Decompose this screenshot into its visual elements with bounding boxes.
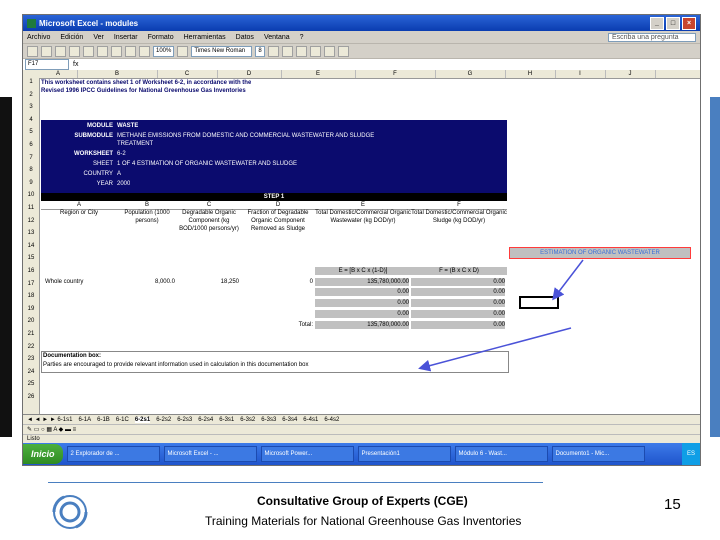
sheet-tab[interactable]: 6-3s3 bbox=[261, 417, 276, 423]
align-center-icon[interactable] bbox=[323, 45, 335, 57]
taskbar-item[interactable]: Presentación1 bbox=[357, 446, 451, 462]
sheet-tab[interactable]: 6-1A bbox=[78, 417, 91, 423]
zoom-select[interactable]: 100% bbox=[153, 45, 175, 57]
sheet-tab[interactable]: 6-3s4 bbox=[282, 417, 297, 423]
taskbar-item[interactable]: Microsoft Power... bbox=[260, 446, 354, 462]
menu-bar: Archivo Edición Ver Insertar Formato Her… bbox=[23, 31, 700, 44]
unfccc-logo-icon bbox=[52, 495, 88, 529]
footer-subtitle: Training Materials for National Greenhou… bbox=[205, 514, 522, 528]
paste-icon[interactable] bbox=[111, 45, 122, 57]
footer-divider bbox=[48, 482, 543, 483]
annotation-arrows bbox=[418, 259, 584, 372]
help-icon[interactable] bbox=[177, 45, 189, 57]
arrow-to-cell bbox=[552, 259, 584, 301]
open-icon[interactable] bbox=[41, 45, 52, 57]
left-accent-bar bbox=[0, 97, 12, 437]
sheet-tab[interactable]: 6-3s2 bbox=[240, 417, 255, 423]
sheet-tab[interactable]: 6-4s2 bbox=[324, 417, 339, 423]
sheet-tab[interactable]: 6-1s1 bbox=[57, 417, 72, 423]
new-icon[interactable] bbox=[27, 45, 38, 57]
footer-org: Consultative Group of Experts (CGE) bbox=[257, 494, 468, 508]
minimize-button[interactable]: _ bbox=[650, 16, 664, 30]
print-icon[interactable] bbox=[69, 45, 80, 57]
align-left-icon[interactable] bbox=[309, 45, 321, 57]
page-number: 15 bbox=[664, 496, 681, 513]
font-size-select[interactable]: 8 bbox=[255, 45, 265, 57]
menu-formato[interactable]: Formato bbox=[148, 34, 174, 41]
taskbar-item[interactable]: Microsoft Excel - ... bbox=[163, 446, 257, 462]
maximize-button[interactable]: □ bbox=[666, 16, 680, 30]
excel-window: Microsoft Excel - modules _ □ × Archivo … bbox=[22, 14, 701, 466]
function-icon[interactable]: fx bbox=[73, 61, 78, 68]
undo-icon[interactable] bbox=[125, 45, 136, 57]
sheet-tab[interactable]: 6-2s2 bbox=[156, 417, 171, 423]
spreadsheet-grid[interactable]: A B C D E F G H I J 1 2 3 4 5 6 7 8 9 10 11 12 13 14 1… bbox=[23, 70, 700, 414]
excel-icon bbox=[27, 18, 36, 28]
arrow-to-doc-box bbox=[418, 327, 572, 372]
bold-icon[interactable] bbox=[267, 45, 279, 57]
tab-nav-icon[interactable]: ◄ ◄ ► ► bbox=[27, 417, 57, 423]
system-tray: ES bbox=[681, 443, 700, 465]
redo-icon[interactable] bbox=[139, 45, 150, 57]
window-titlebar: Microsoft Excel - modules _ □ × bbox=[23, 15, 700, 31]
windows-taskbar: Inicio 2 Explorador de ... Microsoft Exc… bbox=[23, 443, 700, 465]
slide: Microsoft Excel - modules _ □ × Archivo … bbox=[0, 0, 720, 540]
menu-help[interactable]: ? bbox=[300, 34, 304, 41]
close-button[interactable]: × bbox=[682, 16, 696, 30]
sheet-tab[interactable]: 6-2s3 bbox=[177, 417, 192, 423]
taskbar-item[interactable]: 2 Explorador de ... bbox=[66, 446, 160, 462]
sheet-tab[interactable]: 6-2s1 bbox=[134, 417, 151, 423]
sheet-tab[interactable]: 6-2s4 bbox=[198, 417, 213, 423]
taskbar-item[interactable]: Módulo 6 - Wast... bbox=[454, 446, 548, 462]
sheet-tab[interactable]: 6-1B bbox=[97, 417, 110, 423]
menu-archivo[interactable]: Archivo bbox=[27, 34, 50, 41]
menu-herramientas[interactable]: Herramientas bbox=[184, 34, 226, 41]
sheet-tab[interactable]: 6-4s1 bbox=[303, 417, 318, 423]
sheet-tab[interactable]: 6-1C bbox=[116, 417, 129, 423]
menu-datos[interactable]: Datos bbox=[236, 34, 254, 41]
italic-icon[interactable] bbox=[281, 45, 293, 57]
slide-footer: Consultative Group of Experts (CGE) Trai… bbox=[0, 470, 720, 540]
cut-icon[interactable] bbox=[83, 45, 94, 57]
menu-ventana[interactable]: Ventana bbox=[264, 34, 290, 41]
underline-icon[interactable] bbox=[295, 45, 307, 57]
font-select[interactable]: Times New Roman bbox=[191, 45, 253, 57]
start-button[interactable]: Inicio bbox=[23, 444, 63, 464]
help-search-input[interactable]: Escriba una pregunta bbox=[608, 32, 696, 42]
sheet-tab[interactable]: 6-3s1 bbox=[219, 417, 234, 423]
save-icon[interactable] bbox=[55, 45, 66, 57]
right-accent-bar bbox=[710, 97, 720, 437]
draw-icon[interactable]: ✎ ▭ ○ ▦ A ◆ ▬ ≡ bbox=[27, 427, 76, 433]
toolbar: 100% Times New Roman 8 bbox=[23, 44, 700, 59]
taskbar-item[interactable]: Documento1 - Mic... bbox=[551, 446, 645, 462]
menu-ver[interactable]: Ver bbox=[93, 34, 104, 41]
window-title: Microsoft Excel - modules bbox=[39, 18, 139, 28]
align-right-icon[interactable] bbox=[337, 45, 349, 57]
name-box[interactable]: F17 bbox=[25, 59, 69, 70]
copy-icon[interactable] bbox=[97, 45, 108, 57]
menu-edicion[interactable]: Edición bbox=[60, 34, 83, 41]
menu-insertar[interactable]: Insertar bbox=[114, 34, 138, 41]
